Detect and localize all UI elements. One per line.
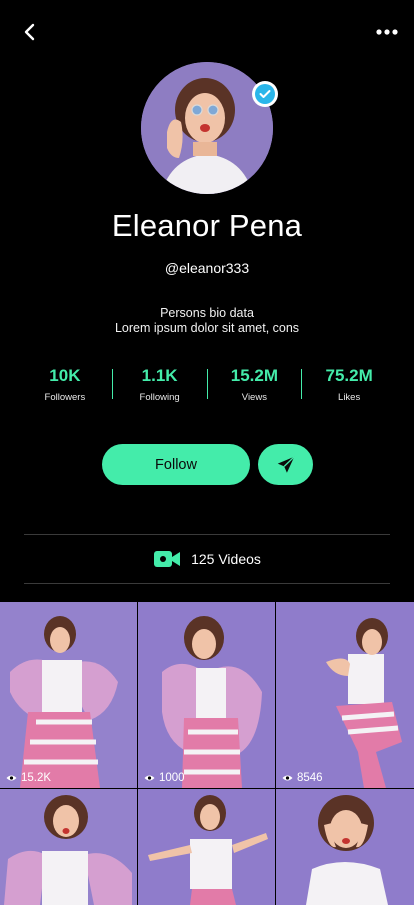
stat-followers[interactable]: 10K Followers [18, 366, 112, 406]
video-thumbnail[interactable] [276, 789, 414, 905]
bio-text: Lorem ipsum dolor sit amet, cons [114, 321, 300, 335]
stat-value: 15.2M [230, 366, 278, 385]
video-thumbnail[interactable]: 8546 [276, 602, 414, 788]
profile-avatar[interactable] [141, 62, 278, 194]
top-bar [0, 0, 414, 64]
stat-value: 1.1K [141, 366, 178, 385]
thumbnail-image [0, 602, 137, 788]
view-count: 8546 [282, 772, 323, 784]
back-button[interactable] [18, 20, 40, 44]
follow-button[interactable]: Follow [102, 444, 250, 485]
verified-badge [252, 81, 278, 107]
more-horizontal-icon [376, 29, 398, 35]
view-count-label: 8546 [297, 772, 323, 784]
thumbnail-image [0, 789, 137, 905]
more-options-button[interactable] [374, 22, 400, 42]
bio-title: Persons bio data [160, 306, 254, 320]
video-thumbnail[interactable] [138, 789, 275, 905]
stat-value: 10K [49, 366, 81, 385]
thumbnail-image [138, 789, 275, 905]
stat-label: Likes [338, 392, 361, 403]
video-camera-icon [154, 551, 181, 567]
avatar-image [141, 62, 273, 194]
profile-name: Eleanor Pena [111, 208, 303, 243]
video-thumbnail[interactable]: 1000 [138, 602, 275, 788]
view-count-label: 15.2K [21, 772, 52, 784]
thumbnail-image [276, 789, 414, 905]
view-count-label: 1000 [159, 772, 185, 784]
video-thumbnail[interactable]: 15.2K [0, 602, 137, 788]
send-icon [277, 455, 295, 473]
view-count: 15.2K [6, 772, 51, 784]
stat-label: Views [241, 392, 267, 403]
stat-likes[interactable]: 75.2M Likes [302, 366, 396, 406]
stat-label: Followers [44, 392, 86, 403]
stat-following[interactable]: 1.1K Following [113, 366, 207, 406]
stat-views[interactable]: 15.2M Views [208, 366, 302, 406]
send-message-button[interactable] [258, 444, 313, 485]
stat-value: 75.2M [325, 366, 373, 385]
eye-icon [282, 775, 293, 781]
profile-stats: 10K Followers 1.1K Following 15.2M Views… [18, 366, 396, 406]
thumbnail-image [276, 602, 414, 788]
check-icon [259, 90, 271, 98]
eye-icon [144, 775, 155, 781]
video-grid: 15.2K 1000 8546 [0, 602, 414, 905]
profile-bio: Persons bio data Lorem ipsum dolor sit a… [0, 306, 414, 336]
stat-label: Following [139, 392, 180, 403]
video-thumbnail[interactable] [0, 789, 137, 905]
chevron-left-icon [24, 23, 35, 41]
videos-count-label: 125 Videos [191, 551, 261, 567]
view-count: 1000 [144, 772, 185, 784]
thumbnail-image [138, 602, 275, 788]
videos-count-bar[interactable]: 125 Videos [24, 534, 390, 584]
profile-handle: @eleanor333 [164, 260, 250, 276]
eye-icon [6, 775, 17, 781]
